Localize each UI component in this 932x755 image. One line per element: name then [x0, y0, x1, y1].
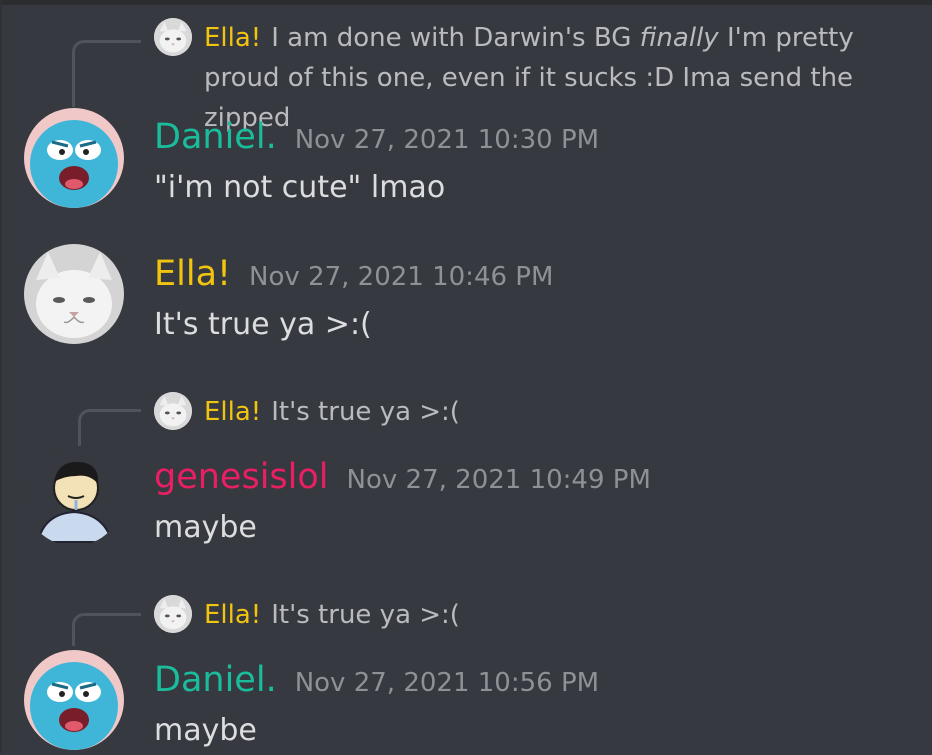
- message-header: Daniel. Nov 27, 2021 10:30 PM: [154, 113, 599, 164]
- cat-avatar-icon: [154, 392, 192, 430]
- username[interactable]: genesislol: [154, 457, 329, 497]
- username[interactable]: Daniel.: [154, 660, 277, 700]
- message-header: Daniel. Nov 27, 2021 10:56 PM: [154, 656, 599, 707]
- timestamp[interactable]: Nov 27, 2021 10:49 PM: [347, 465, 651, 495]
- reply-spine: [72, 613, 141, 646]
- top-strip: [0, 0, 932, 5]
- timestamp[interactable]: Nov 27, 2021 10:46 PM: [249, 262, 553, 292]
- cat-avatar-icon: [154, 595, 192, 633]
- message-header: genesislol Nov 27, 2021 10:49 PM: [154, 453, 651, 504]
- cat-avatar-icon[interactable]: [24, 244, 124, 344]
- message-genesislol: genesislol Nov 27, 2021 10:49 PM maybe: [154, 453, 651, 552]
- gumball-avatar-icon[interactable]: [24, 108, 124, 208]
- message-daniel-2: Daniel. Nov 27, 2021 10:56 PM maybe: [154, 656, 599, 755]
- reply-spine: [78, 409, 141, 446]
- gumball-avatar-icon[interactable]: [24, 650, 124, 750]
- reply-text: Ella! It's true ya >:(: [204, 392, 460, 432]
- username[interactable]: Ella!: [154, 254, 231, 294]
- reply-preview[interactable]: Ella! It's true ya >:(: [154, 392, 460, 432]
- cartoon-boy-avatar-icon[interactable]: [24, 446, 124, 546]
- message-ella: Ella! Nov 27, 2021 10:46 PM It's true ya …: [154, 250, 553, 349]
- reply-text: Ella! It's true ya >:(: [204, 595, 460, 635]
- message-content: maybe: [154, 713, 257, 748]
- message-content: "i'm not cute" lmao: [154, 170, 446, 205]
- reply-author[interactable]: Ella!: [204, 23, 261, 53]
- reply-author[interactable]: Ella!: [204, 397, 261, 427]
- cat-avatar-icon: [154, 18, 192, 56]
- reply-author[interactable]: Ella!: [204, 600, 261, 630]
- reply-content: It's true ya >:(: [271, 397, 460, 427]
- reply-spine: [72, 40, 141, 107]
- message-content: maybe: [154, 510, 257, 545]
- reply-preview[interactable]: Ella! It's true ya >:(: [154, 595, 460, 635]
- timestamp[interactable]: Nov 27, 2021 10:56 PM: [295, 668, 599, 698]
- left-edge: [0, 0, 2, 753]
- message-header: Ella! Nov 27, 2021 10:46 PM: [154, 250, 553, 301]
- timestamp[interactable]: Nov 27, 2021 10:30 PM: [295, 125, 599, 155]
- username[interactable]: Daniel.: [154, 117, 277, 157]
- message-content: It's true ya >:(: [154, 307, 372, 342]
- message-daniel-1: Daniel. Nov 27, 2021 10:30 PM "i'm not cu…: [154, 113, 599, 212]
- reply-content: It's true ya >:(: [271, 600, 460, 630]
